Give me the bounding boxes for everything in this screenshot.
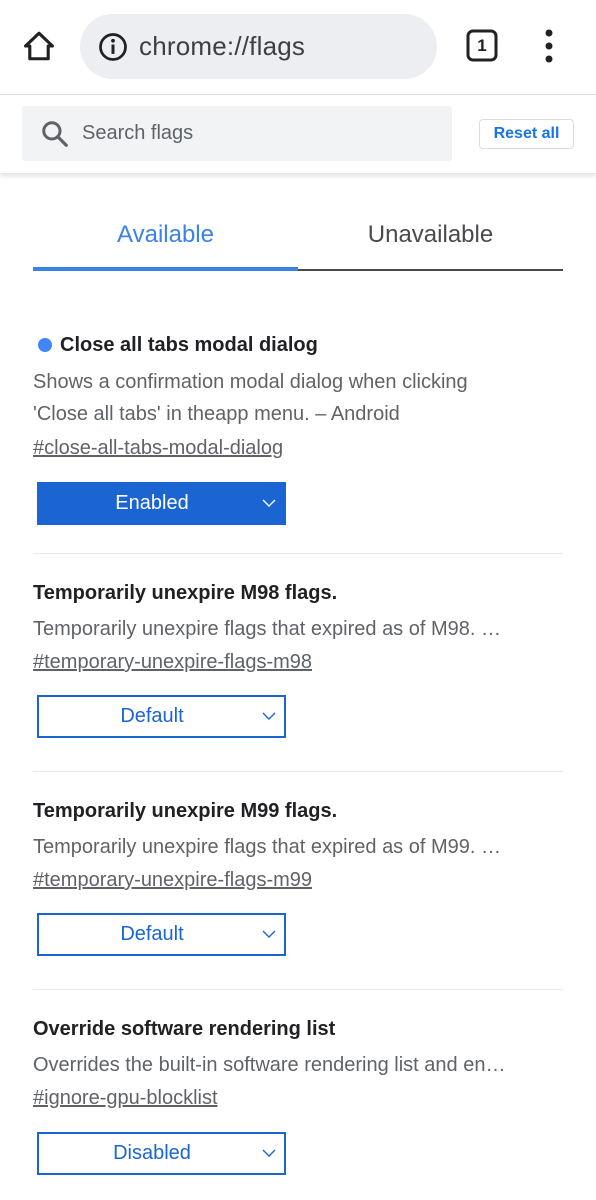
reset-all-button[interactable]: Reset all xyxy=(479,119,574,149)
flag-select[interactable]: Enabled xyxy=(37,482,286,525)
divider xyxy=(33,553,563,554)
flag-description: Overrides the built-in software renderin… xyxy=(33,1054,506,1076)
flags-tabs: Available Unavailable xyxy=(33,200,563,272)
flag-title: Temporarily unexpire M98 flags. xyxy=(33,582,338,604)
more-menu-button[interactable] xyxy=(536,28,562,64)
home-button[interactable] xyxy=(20,26,58,66)
flag-link[interactable]: #ignore-gpu-blocklist xyxy=(33,1082,218,1114)
search-field[interactable] xyxy=(22,106,452,161)
flag-select[interactable]: Default xyxy=(37,913,286,956)
chevron-down-icon xyxy=(262,499,276,507)
browser-toolbar: chrome://flags 1 xyxy=(0,0,596,95)
divider xyxy=(33,989,563,990)
more-vertical-icon xyxy=(545,29,553,63)
flag-title: Override software rendering list xyxy=(33,1018,336,1040)
modified-indicator-icon xyxy=(38,338,52,352)
flag-description: Temporarily unexpire flags that expired … xyxy=(33,618,501,640)
search-icon xyxy=(42,121,68,147)
divider xyxy=(33,771,563,772)
info-icon[interactable] xyxy=(98,32,128,62)
flag-link[interactable]: #close-all-tabs-modal-dialog xyxy=(33,432,283,464)
flag-item: Override software rendering list Overrid… xyxy=(33,1015,563,1175)
flag-select-value: Enabled xyxy=(115,492,189,514)
active-tab-indicator xyxy=(33,267,298,271)
flag-item: Close all tabs modal dialog Shows a conf… xyxy=(33,331,563,525)
flag-link[interactable]: #temporary-unexpire-flags-m98 xyxy=(33,646,312,678)
flag-title: Temporarily unexpire M99 flags. xyxy=(33,800,338,822)
flag-select-value: Default xyxy=(120,705,184,727)
flag-select[interactable]: Disabled xyxy=(37,1132,286,1175)
flag-select-value: Default xyxy=(120,923,184,945)
flag-description: 'Close all tabs' in theapp menu. – Andro… xyxy=(33,403,400,425)
flag-description: Temporarily unexpire flags that expired … xyxy=(33,836,501,858)
flag-item: Temporarily unexpire M99 flags. Temporar… xyxy=(33,797,563,956)
flag-title: Close all tabs modal dialog xyxy=(60,334,318,356)
url-text[interactable]: chrome://flags xyxy=(139,31,305,62)
search-header: Reset all xyxy=(0,95,596,174)
tab-unavailable[interactable]: Unavailable xyxy=(298,200,563,270)
address-bar[interactable]: chrome://flags xyxy=(80,14,437,79)
chevron-down-icon xyxy=(262,712,276,720)
flag-link[interactable]: #temporary-unexpire-flags-m99 xyxy=(33,864,312,896)
search-input[interactable] xyxy=(82,116,442,150)
home-icon xyxy=(23,31,55,61)
flag-select-value: Disabled xyxy=(113,1142,191,1164)
flag-item: Temporarily unexpire M98 flags. Temporar… xyxy=(33,579,563,738)
tab-available[interactable]: Available xyxy=(33,200,298,270)
tab-divider xyxy=(298,269,563,271)
flag-select[interactable]: Default xyxy=(37,695,286,738)
chevron-down-icon xyxy=(262,930,276,938)
tab-switcher-button[interactable]: 1 xyxy=(466,29,498,62)
flag-description: Shows a confirmation modal dialog when c… xyxy=(33,371,468,393)
tab-count: 1 xyxy=(477,35,487,55)
chevron-down-icon xyxy=(262,1149,276,1157)
